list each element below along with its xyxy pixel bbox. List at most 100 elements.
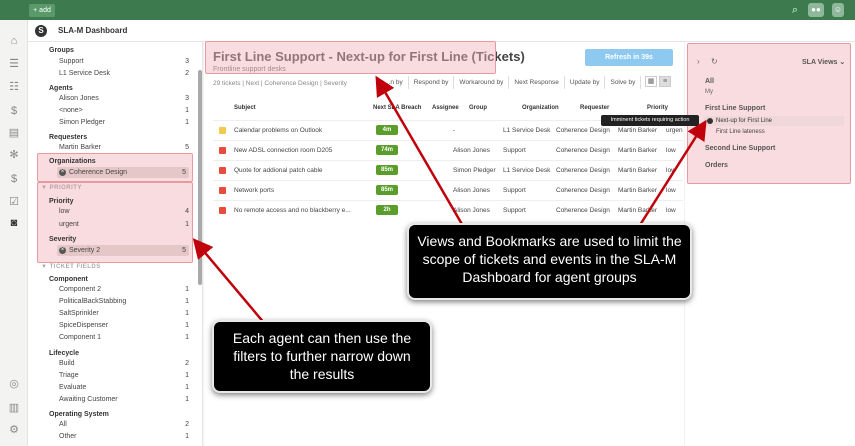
view-orders[interactable]: Orders bbox=[705, 162, 728, 169]
sla-views-dropdown[interactable]: SLA Views ⌄ bbox=[802, 58, 845, 66]
avatar[interactable]: ☺ bbox=[832, 3, 844, 17]
customers-icon[interactable]: ☷ bbox=[6, 79, 22, 95]
filter-item[interactable]: All 2 bbox=[59, 421, 189, 428]
view-group-first-line[interactable]: First Line Support bbox=[705, 105, 765, 112]
grid-view-icon[interactable]: ▦ bbox=[645, 76, 657, 87]
settings-gear-icon[interactable]: ✻ bbox=[6, 147, 22, 163]
selected-filter-chip[interactable]: × Severity 25 bbox=[57, 245, 189, 256]
sla-badge: 2h bbox=[376, 205, 398, 215]
priority-icon bbox=[219, 167, 226, 174]
view-next-up-selected[interactable]: Next-up for First Line bbox=[704, 116, 844, 126]
table-row[interactable]: Network ports 85m Alison Jones Support C… bbox=[213, 180, 683, 200]
sla-badge: 85m bbox=[376, 185, 398, 195]
col-subject[interactable]: Subject bbox=[234, 105, 256, 111]
filter-item[interactable]: Build 2 bbox=[59, 360, 189, 367]
view-all[interactable]: All bbox=[705, 78, 714, 85]
sort-tabs: ...n by Respond by Workaround by Next Re… bbox=[380, 76, 642, 89]
chevron-right-icon[interactable]: › bbox=[697, 57, 700, 66]
sla-badge: 85m bbox=[376, 165, 398, 175]
col-requester[interactable]: Requester bbox=[580, 105, 609, 111]
filter-item[interactable]: SaltSprinkler 1 bbox=[59, 310, 189, 317]
priority-category[interactable]: ▼ PRIORITY bbox=[41, 185, 82, 191]
sidebar-scrollbar[interactable] bbox=[198, 70, 202, 285]
priority-icon bbox=[219, 207, 226, 214]
col-sla[interactable]: Next SLA Breach bbox=[373, 105, 421, 111]
filter-item[interactable]: urgent 1 bbox=[59, 221, 189, 228]
document-icon[interactable]: ▤ bbox=[6, 125, 22, 141]
reports-icon[interactable]: ▥ bbox=[6, 400, 22, 416]
sla-app-icon[interactable]: ◙ bbox=[6, 215, 22, 231]
filter-item[interactable]: Triage 1 bbox=[59, 372, 189, 379]
selected-filter-chip[interactable]: × Coherence Design 5 bbox=[57, 167, 189, 178]
views-icon[interactable]: ☰ bbox=[6, 56, 22, 72]
filter-item[interactable]: low 4 bbox=[59, 208, 189, 215]
priority-icon bbox=[219, 147, 226, 154]
tooltip: Imminent tickets requiring action bbox=[601, 115, 699, 126]
filter-item[interactable]: Support 3 bbox=[59, 58, 189, 65]
refresh-icon[interactable]: ↻ bbox=[711, 57, 718, 66]
col-assignee[interactable]: Assignee bbox=[432, 105, 459, 111]
filter-item[interactable]: Evaluate 1 bbox=[59, 384, 189, 391]
filter-item[interactable]: Component 21 bbox=[59, 286, 189, 293]
priority-icon bbox=[219, 127, 226, 134]
view-group-second-line[interactable]: Second Line Support bbox=[705, 145, 775, 152]
home-icon[interactable]: ⌂ bbox=[6, 33, 22, 49]
add-button[interactable]: + add bbox=[29, 4, 55, 17]
radio-selected-icon bbox=[707, 118, 713, 124]
breadcrumb: 29 tickets | Next | Coherence Design | S… bbox=[213, 80, 348, 87]
tab-respond[interactable]: Respond by bbox=[409, 76, 455, 89]
groups-title: Groups bbox=[49, 47, 74, 54]
lifecycle-title: Lifecycle bbox=[49, 350, 79, 357]
tab-workaround[interactable]: Workaround by bbox=[454, 76, 510, 89]
support-icon[interactable]: ◎ bbox=[6, 376, 22, 392]
dollar-icon[interactable]: $ bbox=[6, 103, 22, 119]
requesters-title: Requesters bbox=[49, 134, 88, 141]
component-title: Component bbox=[49, 276, 88, 283]
view-my[interactable]: My bbox=[705, 89, 713, 95]
table-row[interactable]: New ADSL connection room D205 74m Alison… bbox=[213, 140, 683, 160]
refresh-button[interactable]: Refresh in 39s bbox=[585, 49, 673, 66]
filter-item[interactable]: Martin Barker 5 bbox=[59, 144, 189, 151]
filter-item[interactable]: Awaiting Customer 1 bbox=[59, 396, 189, 403]
col-priority[interactable]: Priority bbox=[647, 105, 668, 111]
filter-item[interactable]: SpiceDispenser 1 bbox=[59, 322, 189, 329]
filter-item[interactable]: Alison Jones 3 bbox=[59, 95, 189, 102]
left-rail: ⌂ ☰ ☷ $ ▤ ✻ $ ☑ ◙ ◎ ▥ ⚙ bbox=[0, 20, 28, 446]
tab-update[interactable]: Update by bbox=[565, 76, 606, 89]
filter-item[interactable]: L1 Service Desk 2 bbox=[59, 70, 189, 77]
top-bar: + add ⌕ ●● ☺ bbox=[0, 0, 855, 20]
tab-assign[interactable]: ...n by bbox=[380, 76, 409, 89]
search-icon[interactable]: ⌕ bbox=[788, 3, 802, 17]
filter-item[interactable]: <none> 1 bbox=[59, 107, 189, 114]
table-row[interactable]: No remote access and no blackberry e... … bbox=[213, 200, 683, 220]
app-header: S SLA-M Dashboard bbox=[28, 20, 855, 42]
remove-icon[interactable]: × bbox=[59, 169, 66, 176]
priority-title: Priority bbox=[49, 198, 74, 205]
filter-item[interactable]: PoliticalBackStabbing 1 bbox=[59, 298, 189, 305]
chat-icon[interactable]: ●● bbox=[808, 3, 824, 17]
table-header: Subject Next SLA Breach Assignee Group O… bbox=[213, 105, 683, 115]
os-title: Operating System bbox=[49, 411, 109, 418]
filter-item[interactable]: Component 11 bbox=[59, 334, 189, 341]
tab-next-response[interactable]: Next Response bbox=[509, 76, 565, 89]
filter-item[interactable]: Other 1 bbox=[59, 433, 189, 440]
tab-solve[interactable]: Solve by bbox=[605, 76, 642, 89]
col-organization[interactable]: Organization bbox=[522, 105, 559, 111]
sla-badge: 4m bbox=[376, 125, 398, 135]
ticket-fields-category[interactable]: ▼ TICKET FIELDS bbox=[41, 264, 101, 270]
views-callout: Views and Bookmarks are used to limit th… bbox=[407, 223, 692, 300]
agents-title: Agents bbox=[49, 85, 73, 92]
filter-item[interactable]: Simon Pledger 1 bbox=[59, 119, 189, 126]
checklist-icon[interactable]: ☑ bbox=[6, 194, 22, 210]
organizations-title: Organizations bbox=[49, 158, 96, 165]
priority-icon bbox=[219, 187, 226, 194]
table-row[interactable]: Quote for addional patch cable 85m Simon… bbox=[213, 160, 683, 180]
view-first-line-lateness[interactable]: First Line lateness bbox=[716, 129, 765, 135]
sla-badge: 74m bbox=[376, 145, 398, 155]
title-highlight bbox=[205, 41, 496, 74]
list-view-icon[interactable]: ≡ bbox=[659, 76, 671, 87]
dollar-app-icon[interactable]: $ bbox=[6, 171, 22, 187]
admin-gear-icon[interactable]: ⚙ bbox=[6, 422, 22, 438]
col-group[interactable]: Group bbox=[469, 105, 487, 111]
remove-icon[interactable]: × bbox=[59, 247, 66, 254]
